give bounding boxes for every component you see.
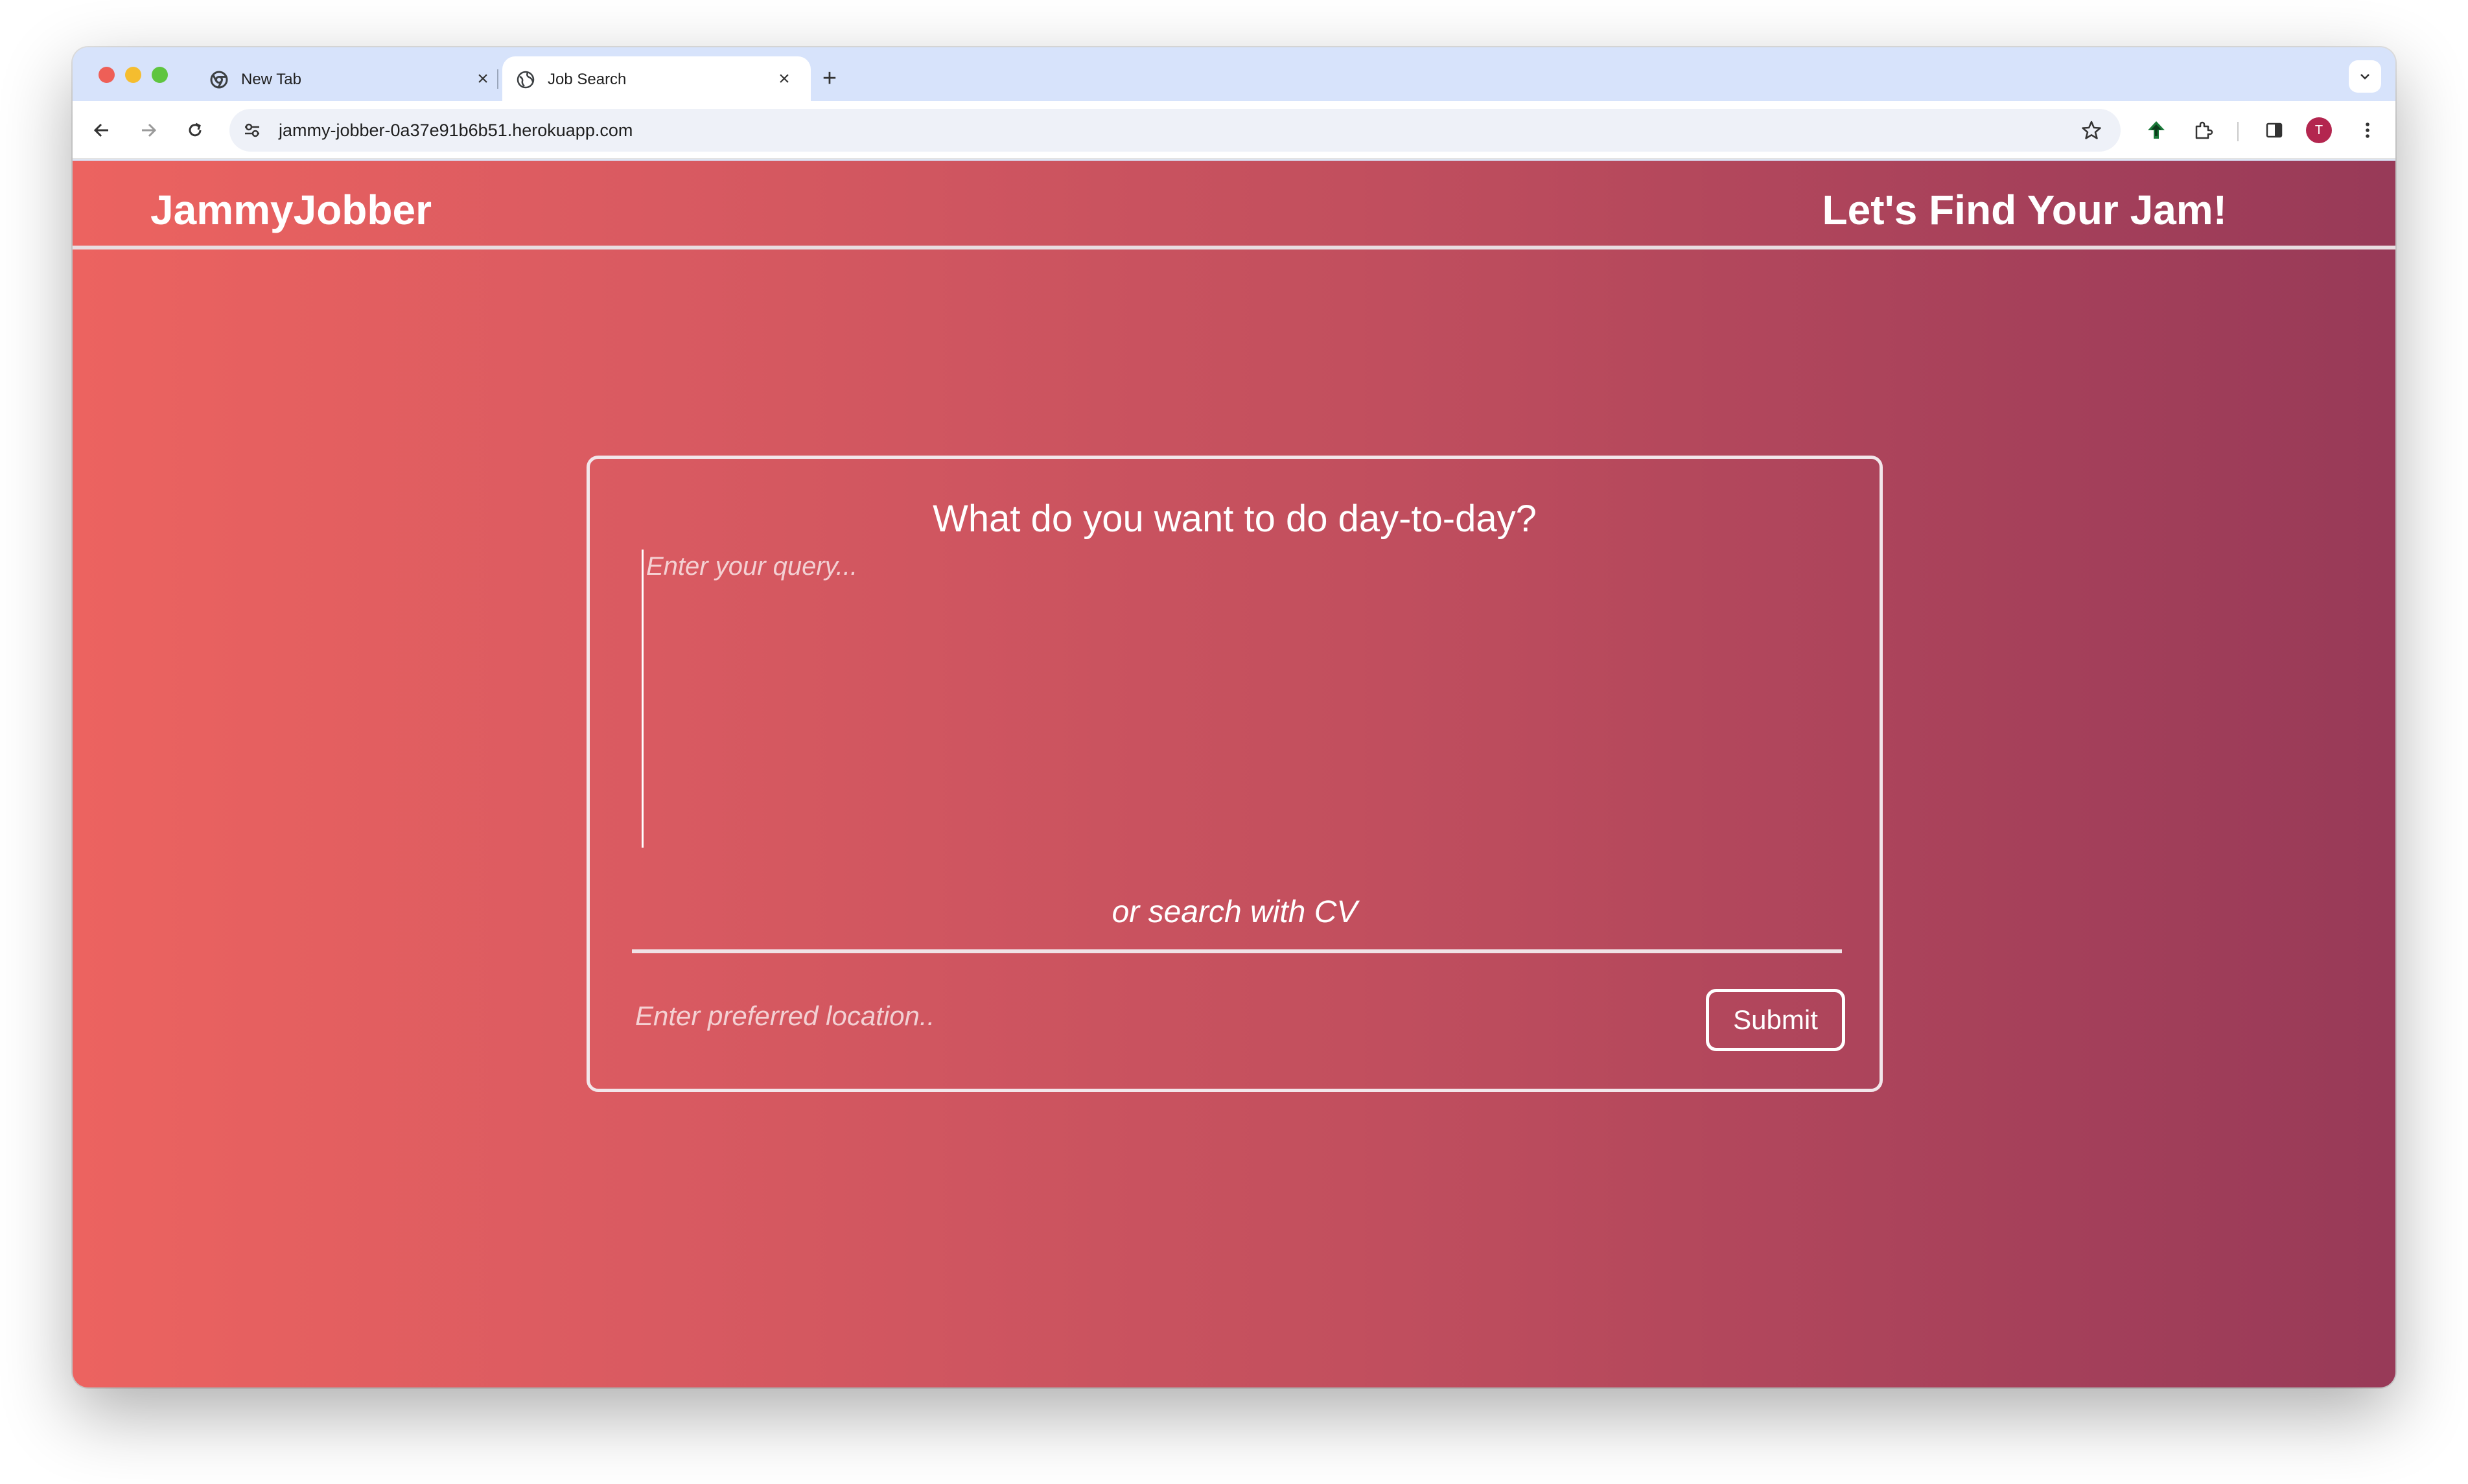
url-text: jammy-jobber-0a37e91b6b51.herokuapp.com bbox=[279, 121, 633, 140]
chrome-icon bbox=[210, 71, 228, 89]
page-content: JammyJobber Let's Find Your Jam! What do… bbox=[73, 161, 2395, 1387]
browser-window: New Tab × Job Search × + jammy-jobber-0a… bbox=[73, 47, 2395, 1387]
extension-leaf-icon[interactable] bbox=[2140, 114, 2172, 146]
tab-strip: New Tab × Job Search × + bbox=[73, 47, 2395, 101]
more-menu-icon[interactable] bbox=[2351, 114, 2384, 146]
search-with-cv-link[interactable]: or search with CV bbox=[590, 893, 1880, 932]
close-tab-icon[interactable]: × bbox=[472, 68, 494, 90]
header-tagline: Let's Find Your Jam! bbox=[1822, 187, 2228, 233]
site-header: JammyJobber Let's Find Your Jam! bbox=[73, 161, 2395, 249]
globe-icon bbox=[517, 71, 535, 89]
side-panel-icon[interactable] bbox=[2258, 114, 2290, 146]
tab-title: Job Search bbox=[548, 71, 627, 88]
new-tab-plus-icon[interactable]: + bbox=[817, 65, 843, 91]
search-card: What do you want to do day-to-day? or se… bbox=[587, 456, 1883, 1092]
profile-avatar[interactable]: T bbox=[2306, 117, 2332, 143]
divider bbox=[632, 949, 1842, 953]
toolbar-divider bbox=[2237, 122, 2239, 141]
maximize-window-button[interactable] bbox=[152, 67, 168, 83]
browser-toolbar: jammy-jobber-0a37e91b6b51.herokuapp.com bbox=[73, 101, 2395, 159]
location-input[interactable] bbox=[635, 993, 1607, 1039]
tab-job-search[interactable]: Job Search × bbox=[502, 56, 811, 101]
address-bar[interactable]: jammy-jobber-0a37e91b6b51.herokuapp.com bbox=[229, 109, 2121, 152]
forward-arrow-icon[interactable] bbox=[132, 114, 165, 146]
tab-title: New Tab bbox=[241, 71, 301, 88]
submit-button[interactable]: Submit bbox=[1706, 989, 1845, 1051]
site-settings-icon[interactable] bbox=[240, 118, 264, 143]
close-tab-icon[interactable]: × bbox=[773, 68, 795, 90]
extensions-puzzle-icon[interactable] bbox=[2187, 114, 2219, 146]
tab-search-chevron-icon[interactable] bbox=[2349, 60, 2381, 93]
bookmark-star-icon[interactable] bbox=[2079, 118, 2104, 143]
tab-separator bbox=[497, 69, 498, 89]
brand-logo-text[interactable]: JammyJobber bbox=[150, 187, 432, 233]
back-arrow-icon[interactable] bbox=[86, 114, 118, 146]
search-heading: What do you want to do day-to-day? bbox=[933, 498, 1537, 540]
close-window-button[interactable] bbox=[99, 67, 115, 83]
minimize-window-button[interactable] bbox=[125, 67, 141, 83]
reload-icon[interactable] bbox=[179, 114, 211, 146]
query-input[interactable] bbox=[642, 550, 1821, 848]
